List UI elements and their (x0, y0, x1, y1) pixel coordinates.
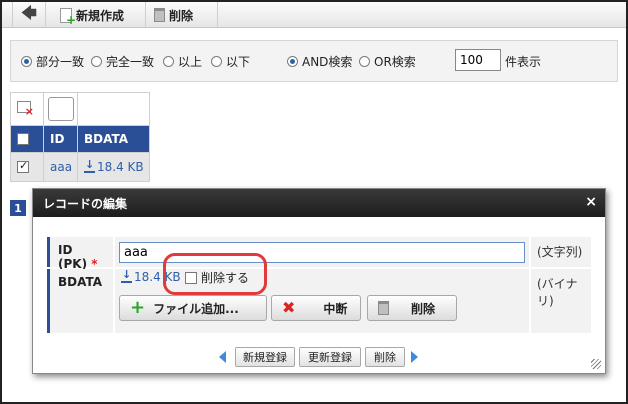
trash-icon (154, 8, 165, 22)
radio-partial-match[interactable]: 部分一致 (21, 53, 84, 70)
download-icon (84, 158, 95, 173)
trash-icon (378, 301, 389, 315)
plus-icon: + (130, 297, 146, 318)
filter-input[interactable] (48, 97, 74, 121)
row-checkbox[interactable] (17, 159, 29, 173)
abort-button[interactable]: ✖ 中断 (271, 295, 361, 321)
search-panel: 部分一致 完全一致 以上 以下 AND検索 OR検索 件表示 (10, 40, 618, 82)
delete-button-label: 削除 (169, 8, 194, 23)
radio-indicator[interactable] (91, 56, 102, 67)
abort-label: 中断 (323, 301, 348, 316)
radio-less-equal[interactable]: 以下 (211, 53, 250, 70)
radio-indicator[interactable] (163, 56, 174, 67)
add-file-button[interactable]: + ファイル追加... (119, 295, 267, 321)
field-type-bdata: (バイナリ) (531, 269, 591, 333)
previous-record-icon[interactable] (219, 351, 226, 363)
new-button[interactable]: 新規作成 (54, 2, 146, 28)
radio-and-search[interactable]: AND検索 (287, 53, 352, 70)
field-label-text: ID (PK) (58, 243, 88, 271)
field-label-id: ID (PK) * (47, 237, 113, 271)
filter-cell (43, 92, 78, 126)
radio-label: 部分一致 (36, 55, 85, 69)
add-file-label: ファイル追加... (153, 301, 239, 316)
result-count-input[interactable] (455, 49, 501, 71)
field-type-id: (文字列) (531, 237, 591, 267)
delete-record-button[interactable]: 削除 (365, 347, 405, 367)
bulk-delete-toggle[interactable] (10, 92, 44, 126)
dialog-title: レコードの編集 (43, 196, 128, 211)
toolbar: 🡄 新規作成 削除 (2, 2, 626, 28)
edit-record-dialog: レコードの編集 × ID (PK) * (文字列) BDATA (バイナリ) 1… (32, 188, 606, 374)
filter-cell-empty (77, 92, 150, 126)
radio-label: OR検索 (374, 55, 416, 69)
radio-label: 以上 (178, 55, 203, 69)
row-bdata-link[interactable]: 18.4 KB (97, 160, 144, 174)
radio-greater-equal[interactable]: 以上 (163, 53, 202, 70)
select-all-header (10, 125, 44, 153)
delete-button[interactable]: 削除 (148, 2, 218, 28)
radio-or-search[interactable]: OR検索 (359, 53, 416, 70)
column-header-bdata[interactable]: BDATA (77, 125, 150, 153)
remove-file-button[interactable]: 削除 (367, 295, 457, 321)
download-icon (121, 268, 132, 283)
radio-label: 以下 (226, 55, 251, 69)
radio-label: AND検索 (302, 55, 353, 69)
update-button[interactable]: 更新登録 (299, 347, 361, 367)
new-document-icon (60, 7, 76, 27)
highlight-annotation (163, 253, 267, 295)
column-header-id[interactable]: ID (43, 125, 78, 153)
left-arrow-icon: 🡄 (21, 3, 37, 22)
cancel-x-icon: ✖ (282, 298, 296, 317)
radio-indicator[interactable] (287, 56, 298, 67)
radio-indicator[interactable] (21, 56, 32, 67)
resize-handle-icon[interactable] (591, 359, 601, 369)
row-bdata-cell: 18.4 KB (77, 152, 150, 182)
remove-file-label: 削除 (411, 301, 436, 316)
radio-exact-match[interactable]: 完全一致 (91, 53, 154, 70)
close-icon[interactable]: × (585, 194, 597, 210)
delete-check-icon (17, 101, 34, 118)
radio-indicator[interactable] (359, 56, 370, 67)
result-grid: ID BDATA aaa 18.4 KB (10, 92, 150, 182)
field-label-bdata: BDATA (47, 269, 113, 333)
next-record-icon[interactable] (411, 351, 418, 363)
select-all-checkbox[interactable] (17, 133, 29, 145)
radio-indicator[interactable] (211, 56, 222, 67)
create-button[interactable]: 新規登録 (235, 347, 295, 367)
pagination-page[interactable]: 1 (10, 200, 26, 216)
result-count-unit: 件表示 (505, 55, 542, 69)
radio-label: 完全一致 (106, 55, 155, 69)
row-select-cell (10, 152, 44, 182)
dialog-title-bar: レコードの編集 × (33, 189, 605, 217)
row-id-link[interactable]: aaa (50, 160, 72, 174)
back-button[interactable]: 🡄 (12, 2, 46, 28)
row-id-cell: aaa (43, 152, 78, 182)
new-button-label: 新規作成 (76, 8, 125, 23)
